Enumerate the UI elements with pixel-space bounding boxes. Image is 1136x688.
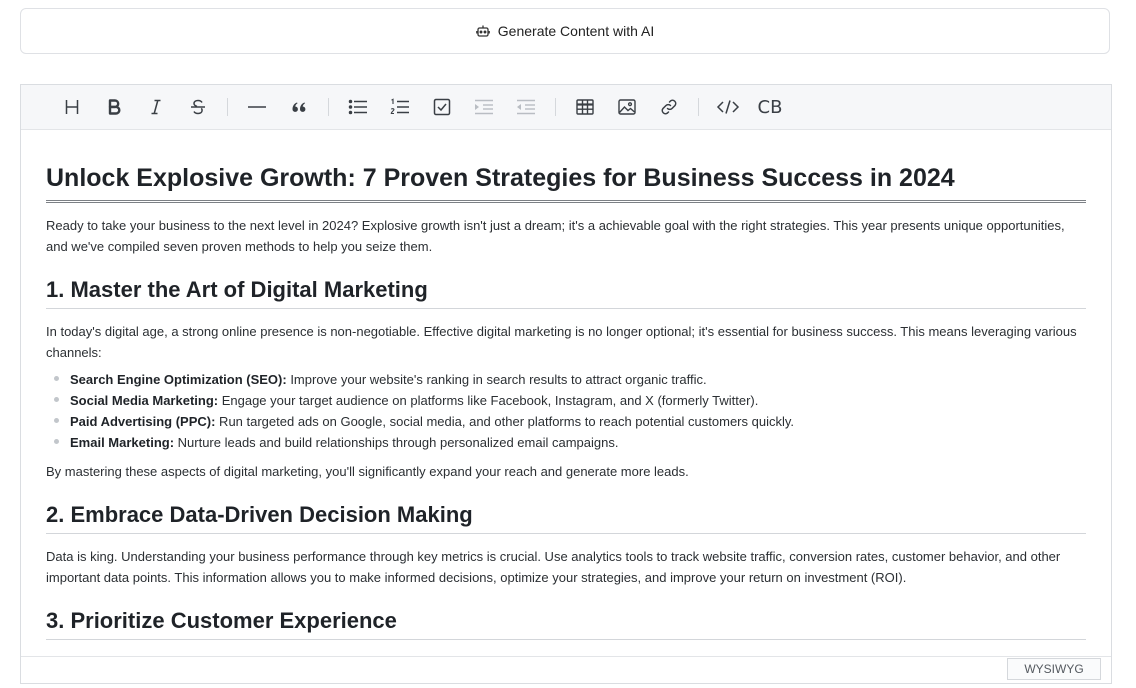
bullet-list: Search Engine Optimization (SEO): Improv… — [46, 369, 1086, 453]
wysiwyg-mode-button[interactable]: WYSIWYG — [1007, 658, 1101, 680]
strikethrough-button[interactable] — [177, 91, 219, 123]
bullet-list-button[interactable] — [337, 91, 379, 123]
outdent-icon — [517, 99, 535, 115]
toolbar-divider — [698, 98, 699, 116]
image-button[interactable] — [606, 91, 648, 123]
link-button[interactable] — [648, 91, 690, 123]
quote-icon — [292, 102, 306, 112]
list-item-text: Nurture leads and build relationships th… — [174, 435, 619, 450]
indent-icon — [475, 99, 493, 115]
bold-button[interactable] — [93, 91, 135, 123]
list-item: Paid Advertising (PPC): Run targeted ads… — [54, 411, 1086, 432]
code-icon — [716, 100, 740, 114]
strikethrough-icon — [191, 99, 205, 115]
horizontal-rule-icon — [248, 106, 266, 108]
code-block-label: CB — [757, 96, 783, 118]
list-item-term: Search Engine Optimization (SEO): — [70, 372, 287, 387]
ordered-list-button[interactable] — [379, 91, 421, 123]
section-paragraph: Data is king. Understanding your busines… — [46, 549, 1061, 585]
blockquote-button[interactable] — [278, 91, 320, 123]
editor-content[interactable]: Unlock Explosive Growth: 7 Proven Strate… — [46, 130, 1086, 656]
list-item: Search Engine Optimization (SEO): Improv… — [54, 369, 1086, 390]
bullet-list-icon — [348, 99, 367, 115]
list-item-text: Run targeted ads on Google, social media… — [215, 414, 795, 429]
ordered-list-icon — [390, 98, 409, 115]
code-button[interactable] — [707, 91, 749, 123]
generate-content-button[interactable]: Generate Content with AI — [20, 8, 1110, 54]
link-icon — [661, 99, 677, 115]
list-item-text: Engage your target audience on platforms… — [218, 393, 759, 408]
document-title: Unlock Explosive Growth: 7 Proven Strate… — [46, 162, 1086, 203]
toolbar-divider — [328, 98, 329, 116]
list-item-term: Social Media Marketing: — [70, 393, 219, 408]
code-block-button[interactable]: CB — [749, 91, 791, 123]
list-item-text: Improve your website's ranking in search… — [286, 372, 707, 387]
robot-icon — [475, 24, 490, 38]
editor-toolbar: CB — [21, 85, 1111, 130]
task-list-button[interactable] — [421, 91, 463, 123]
indent-button[interactable] — [463, 91, 505, 123]
list-item: Email Marketing: Nurture leads and build… — [54, 432, 1086, 453]
heading-icon — [65, 100, 79, 114]
section-heading: 3. Prioritize Customer Experience — [46, 606, 1086, 640]
section-heading: 2. Embrace Data-Driven Decision Making — [46, 500, 1086, 534]
horizontal-rule-button[interactable] — [236, 91, 278, 123]
section-closing-paragraph: By mastering these aspects of digital ma… — [46, 464, 689, 479]
checkbox-icon — [433, 98, 451, 116]
list-item-term: Paid Advertising (PPC): — [70, 414, 216, 429]
section-paragraph: In today's digital age, a strong online … — [46, 324, 1077, 360]
list-item: Social Media Marketing: Engage your targ… — [54, 390, 1086, 411]
table-button[interactable] — [564, 91, 606, 123]
table-icon — [576, 99, 594, 115]
rich-text-editor: CB Unlock Explosive Growth: 7 Proven Str… — [20, 84, 1112, 684]
editor-footer: WYSIWYG — [21, 656, 1111, 683]
toolbar-divider — [227, 98, 228, 116]
generate-content-label: Generate Content with AI — [497, 23, 655, 39]
intro-paragraph: Ready to take your business to the next … — [46, 218, 1065, 254]
list-item-term: Email Marketing: — [70, 435, 175, 450]
italic-icon — [151, 99, 161, 115]
outdent-button[interactable] — [505, 91, 547, 123]
heading-button[interactable] — [51, 91, 93, 123]
italic-button[interactable] — [135, 91, 177, 123]
section-heading: 1. Master the Art of Digital Marketing — [46, 275, 1086, 309]
toolbar-divider — [555, 98, 556, 116]
bold-icon — [108, 99, 121, 115]
image-icon — [618, 99, 636, 115]
